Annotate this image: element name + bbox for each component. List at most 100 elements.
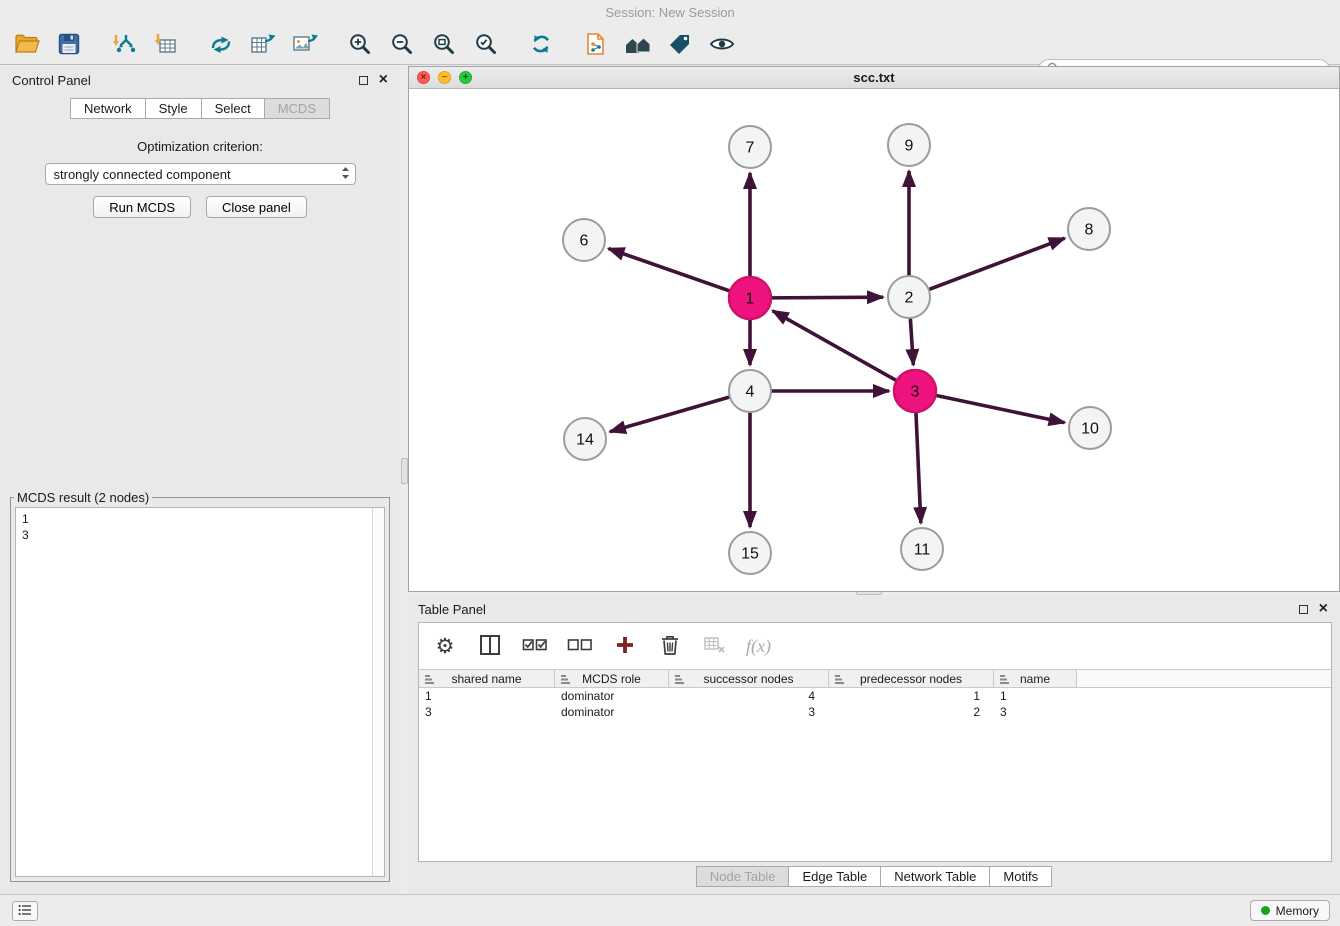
export-image-button[interactable]: [284, 28, 326, 62]
control-panel-tabs: Network Style Select MCDS: [0, 98, 400, 119]
column-header-successor-nodes[interactable]: successor nodes: [669, 670, 829, 687]
maximize-window-button[interactable]: +: [459, 71, 472, 84]
column-header-predecessor-nodes[interactable]: predecessor nodes: [829, 670, 994, 687]
sort-icon: [834, 674, 845, 685]
table-cell[interactable]: dominator: [555, 688, 669, 704]
import-table-button[interactable]: [145, 28, 187, 62]
tab-edge-table[interactable]: Edge Table: [789, 866, 881, 887]
table-row[interactable]: 1dominator411: [419, 688, 1331, 704]
tab-network-table[interactable]: Network Table: [881, 866, 990, 887]
minimize-window-button[interactable]: −: [438, 71, 451, 84]
delete-column-button[interactable]: [656, 632, 684, 660]
graph-node-label-10: 10: [1081, 421, 1099, 438]
table-settings-button[interactable]: ⚙: [431, 632, 459, 660]
mcds-result-group: MCDS result (2 nodes) 1 3: [10, 490, 390, 882]
graph-edge-3-11[interactable]: [916, 411, 921, 523]
table-cell[interactable]: 4: [669, 688, 829, 704]
tab-motifs[interactable]: Motifs: [990, 866, 1052, 887]
toggle-visibility-button[interactable]: [701, 28, 743, 62]
table-cell[interactable]: 1: [994, 688, 1077, 704]
vertical-split-handle[interactable]: [401, 458, 408, 484]
memory-label: Memory: [1276, 904, 1319, 918]
close-table-panel-icon[interactable]: ×: [1319, 601, 1328, 617]
network-window-titlebar[interactable]: × − + scc.txt: [409, 67, 1339, 89]
run-mcds-button[interactable]: Run MCDS: [93, 196, 191, 218]
home-button[interactable]: [617, 28, 659, 62]
tab-select[interactable]: Select: [202, 98, 265, 119]
optimization-criterion-select[interactable]: strongly connected component: [45, 163, 356, 185]
graph-node-label-2: 2: [905, 290, 914, 307]
show-columns-button[interactable]: [476, 632, 504, 660]
float-table-panel-icon[interactable]: [1299, 605, 1308, 614]
graph-node-label-9: 9: [905, 138, 914, 155]
export-network-button[interactable]: [200, 28, 242, 62]
zoom-selected-button[interactable]: [465, 28, 507, 62]
table-cell[interactable]: 3: [994, 704, 1077, 720]
float-panel-icon[interactable]: [359, 76, 368, 85]
table-cell[interactable]: dominator: [555, 704, 669, 720]
table-cell[interactable]: 2: [829, 704, 994, 720]
sort-icon: [674, 674, 685, 685]
tab-node-table[interactable]: Node Table: [696, 866, 790, 887]
export-table-button[interactable]: [242, 28, 284, 62]
zoom-fit-button[interactable]: [423, 28, 465, 62]
table-cell[interactable]: 1: [419, 688, 555, 704]
table-row[interactable]: 3dominator323: [419, 704, 1331, 720]
save-session-button[interactable]: [48, 28, 90, 62]
tab-style[interactable]: Style: [146, 98, 202, 119]
graph-node-label-15: 15: [741, 546, 759, 563]
open-file-button[interactable]: [6, 28, 48, 62]
network-canvas[interactable]: 7968124314101511: [409, 89, 1339, 591]
function-builder-button: f(x): [746, 632, 771, 660]
control-panel: Control Panel × Network Style Select MCD…: [0, 66, 400, 894]
table-toolbar: ⚙ f(x): [419, 623, 1331, 669]
table-cell[interactable]: 3: [419, 704, 555, 720]
zoom-out-button[interactable]: [381, 28, 423, 62]
columns-icon: [479, 634, 501, 659]
graph-node-label-3: 3: [911, 384, 920, 401]
delete-table-button: [701, 632, 729, 660]
select-all-button[interactable]: [521, 632, 549, 660]
trash-icon: [660, 634, 680, 659]
network-file-button[interactable]: [575, 28, 617, 62]
graph-edge-3-10[interactable]: [935, 395, 1065, 422]
task-history-button[interactable]: [12, 901, 38, 921]
add-column-button[interactable]: [611, 632, 639, 660]
column-header-name[interactable]: name: [994, 670, 1077, 687]
table-cell[interactable]: 3: [669, 704, 829, 720]
tab-network[interactable]: Network: [70, 98, 146, 119]
label-button[interactable]: [659, 28, 701, 62]
import-network-icon: [112, 32, 136, 59]
table-panel-header: Table Panel ×: [408, 596, 1340, 622]
import-network-button[interactable]: [103, 28, 145, 62]
apply-layout-button[interactable]: [520, 28, 562, 62]
memory-button[interactable]: Memory: [1250, 900, 1330, 921]
gear-icon: ⚙: [436, 636, 455, 657]
close-panel-icon[interactable]: ×: [379, 72, 388, 88]
table-cell[interactable]: 1: [829, 688, 994, 704]
deselect-all-button[interactable]: [566, 632, 594, 660]
mcds-result-box[interactable]: 1 3: [15, 507, 385, 877]
result-scrollbar[interactable]: [372, 508, 384, 876]
close-panel-button[interactable]: Close panel: [206, 196, 307, 218]
save-icon: [58, 33, 80, 58]
network-graph[interactable]: 7968124314101511: [409, 89, 1339, 592]
status-bar: Memory: [0, 894, 1340, 926]
graph-edge-2-3[interactable]: [910, 317, 913, 365]
graph-edge-2-8[interactable]: [928, 238, 1065, 290]
zoom-in-button[interactable]: [339, 28, 381, 62]
tab-mcds[interactable]: MCDS: [265, 98, 330, 119]
graph-edge-3-1[interactable]: [773, 311, 898, 381]
column-header-shared-name[interactable]: shared name: [419, 670, 555, 687]
table-body: 1dominator4113dominator323: [419, 688, 1331, 720]
graph-edge-4-14[interactable]: [610, 397, 731, 432]
delete-table-icon: [703, 635, 727, 658]
mcds-result-text: 1 3: [16, 508, 371, 876]
table-panel: Table Panel × ⚙ f(x) shared nameMCDS rol…: [408, 596, 1340, 894]
graph-edge-1-6[interactable]: [609, 249, 732, 292]
graph-edge-1-2[interactable]: [770, 297, 883, 298]
column-header-MCDS-role[interactable]: MCDS role: [555, 670, 669, 687]
sort-icon: [424, 674, 435, 685]
close-window-button[interactable]: ×: [417, 71, 430, 84]
zoom-fit-icon: [432, 32, 456, 59]
